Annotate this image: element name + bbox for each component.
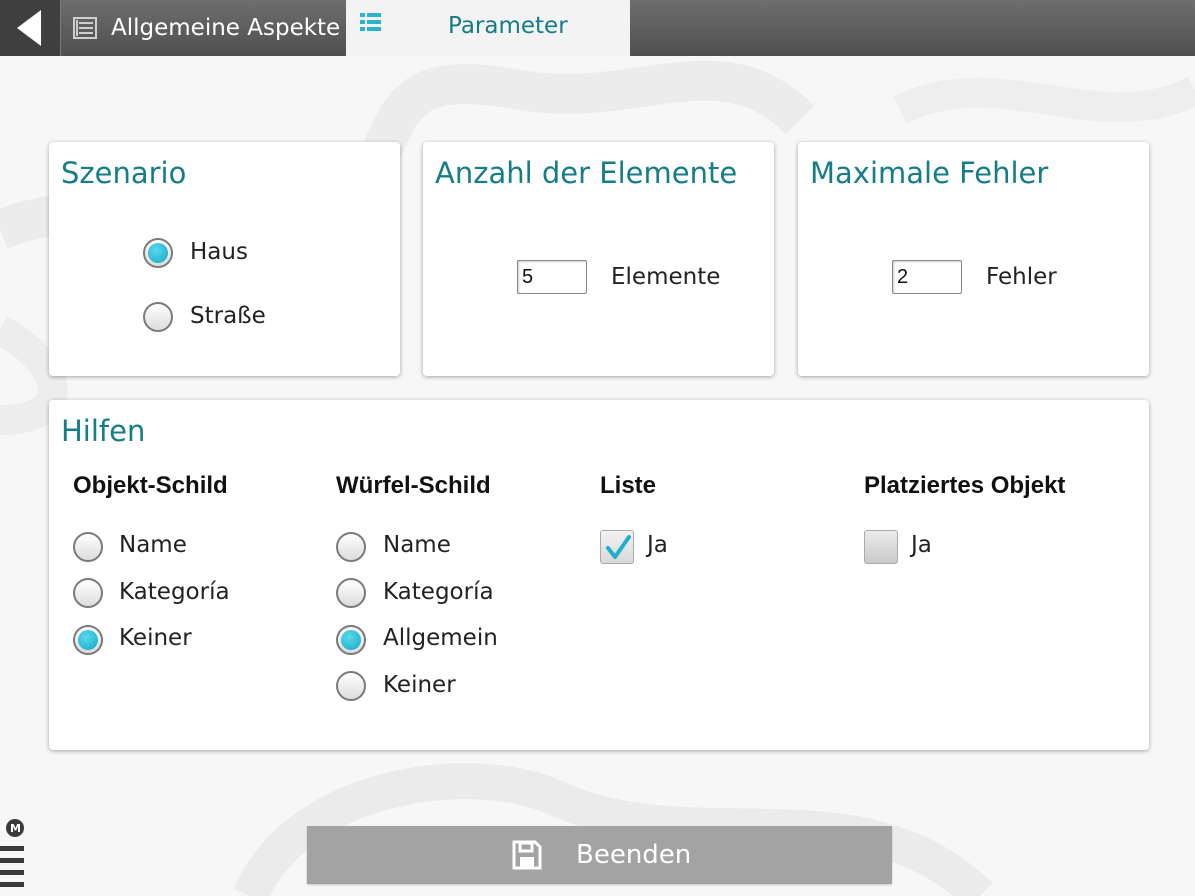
list-checkbox[interactable] [600, 530, 634, 564]
option-label: Haus [190, 239, 248, 265]
option-label: Keiner [119, 625, 192, 651]
help-card: Hilfen Objekt-Schild Name Kategoría Kein… [49, 400, 1149, 750]
object-sign-heading: Objekt-Schild [73, 472, 228, 499]
finish-label: Beenden [576, 840, 692, 870]
option-label: Name [383, 532, 451, 558]
card-title: Anzahl der Elemente [435, 156, 738, 190]
svg-text:M: M [10, 822, 21, 835]
save-icon [512, 840, 542, 870]
radio-dice-category[interactable] [336, 578, 366, 608]
dice-sign-heading: Würfel-Schild [336, 472, 491, 499]
radio-object-category[interactable] [73, 578, 103, 608]
back-arrow-icon [17, 10, 41, 46]
radio-strasse[interactable] [143, 302, 173, 332]
checkbox-label: Ja [911, 532, 932, 558]
radio-dice-general[interactable] [336, 625, 366, 655]
list-icon [73, 17, 97, 39]
option-label: Straße [190, 303, 266, 329]
card-title: Szenario [61, 156, 187, 190]
logo-icon: M [0, 819, 24, 887]
card-title: Maximale Fehler [810, 156, 1049, 190]
back-button[interactable] [0, 0, 60, 56]
finish-button[interactable]: Beenden [307, 826, 892, 884]
radio-dice-name[interactable] [336, 532, 366, 562]
checkmark-icon [606, 535, 631, 559]
radio-object-none[interactable] [73, 625, 103, 655]
checkbox-label: Ja [647, 532, 668, 558]
element-count-card: Anzahl der Elemente Elemente [423, 142, 774, 376]
parameter-list-icon [360, 13, 381, 31]
option-label: Kategoría [383, 579, 494, 605]
tab-label: Allgemeine Aspekte [111, 15, 341, 41]
scenario-card: Szenario Haus Straße [49, 142, 400, 376]
unit-label: Fehler [986, 264, 1057, 290]
tab-parameter[interactable]: Parameter [346, 0, 630, 56]
radio-haus[interactable] [143, 238, 173, 268]
placed-object-heading: Platziertes Objekt [864, 472, 1066, 499]
option-label: Kategoría [119, 579, 230, 605]
element-count-input[interactable] [517, 260, 587, 294]
list-heading: Liste [600, 472, 657, 499]
unit-label: Elemente [611, 264, 721, 290]
radio-object-name[interactable] [73, 532, 103, 562]
max-errors-card: Maximale Fehler Fehler [798, 142, 1149, 376]
placed-object-checkbox[interactable] [864, 530, 898, 564]
radio-dice-none[interactable] [336, 671, 366, 701]
option-label: Name [119, 532, 187, 558]
option-label: Allgemein [383, 625, 498, 651]
tab-label: Parameter [448, 13, 568, 39]
top-navigation-bar: Allgemeine Aspekte Parameter [0, 0, 1195, 56]
max-errors-input[interactable] [892, 260, 962, 294]
tab-general-aspects[interactable]: Allgemeine Aspekte [60, 0, 346, 56]
option-label: Keiner [383, 672, 456, 698]
card-title: Hilfen [61, 414, 146, 448]
